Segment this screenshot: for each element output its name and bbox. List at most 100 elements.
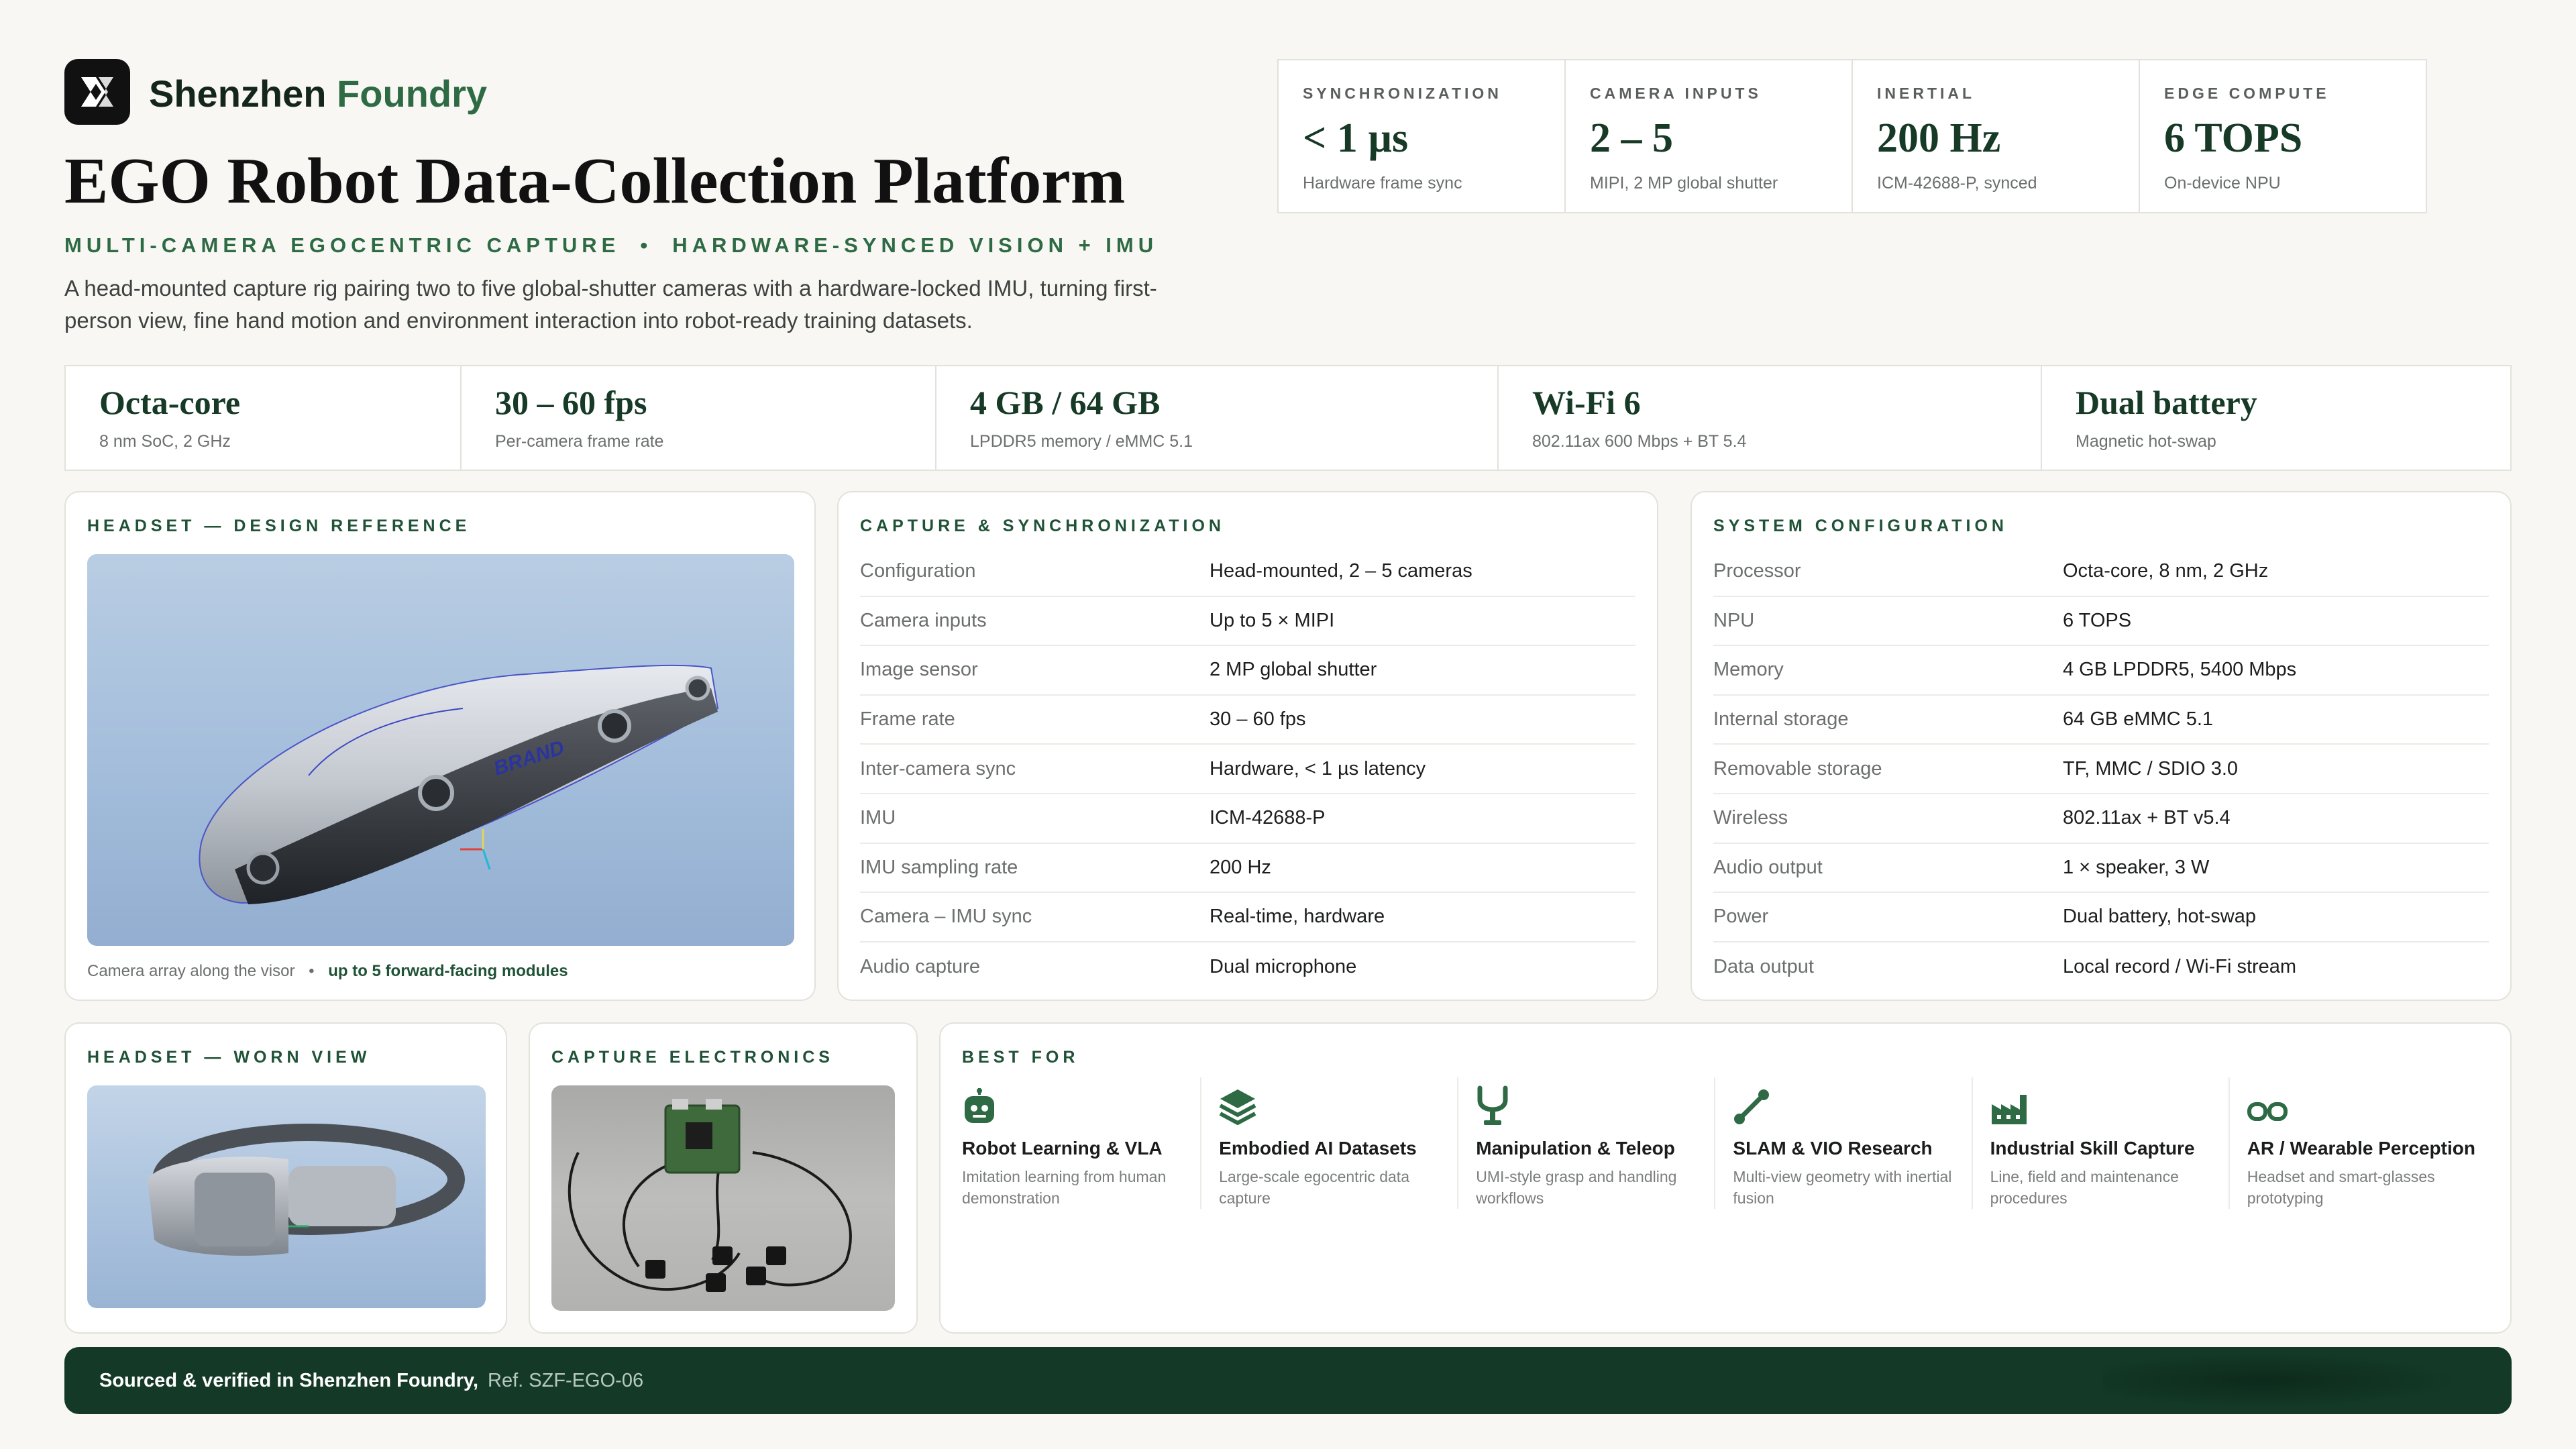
- spec-value: Wi-Fi 6: [1532, 384, 1641, 421]
- table-row: Audio capture Dual microphone: [860, 943, 1635, 992]
- spec-value: Up to 5 × MIPI: [1210, 609, 1335, 631]
- best-for-title: Industrial Skill Capture: [1990, 1138, 2195, 1159]
- best-for-desc: Headset and smart-glasses prototyping: [2247, 1168, 2435, 1207]
- spec-sub: LPDDR5 memory / eMMC 5.1: [970, 432, 1193, 451]
- footer-watermark: [2102, 1347, 2505, 1414]
- spec-key: Wireless: [1713, 807, 1788, 829]
- best-for-item: Industrial Skill Capture Line, field and…: [1973, 1077, 2230, 1209]
- table-row: Power Dual battery, hot-swap: [1713, 893, 2489, 943]
- spec-key: Audio output: [1713, 856, 1823, 878]
- tagline-separator: •: [640, 233, 653, 257]
- worn-view-graphic: [148, 1124, 465, 1256]
- spec-value: 4 GB / 64 GB: [970, 384, 1161, 421]
- spec-wireless: Wi-Fi 6 802.11ax 600 Mbps + BT 5.4: [1499, 366, 2042, 470]
- spec-value: Real-time, hardware: [1210, 906, 1385, 928]
- spec-key: Configuration: [860, 560, 976, 582]
- best-for-item: Embodied AI Datasets Large-scale egocent…: [1201, 1077, 1459, 1209]
- table-row: Removable storage TF, MMC / SDIO 3.0: [1713, 745, 2489, 794]
- best-for-item: SLAM & VIO Research Multi-view geometry …: [1715, 1077, 1973, 1209]
- table-row: Processor Octa-core, 8 nm, 2 GHz: [1713, 547, 2489, 597]
- spec-key: Camera inputs: [860, 609, 987, 631]
- stat-sub: MIPI, 2 MP global shutter: [1590, 174, 1778, 193]
- footer-reference: Ref. SZF-EGO-06: [488, 1369, 644, 1391]
- headset-render-graphic: BRAND: [199, 664, 719, 904]
- capture-sync-card: CAPTURE & SYNCHRONIZATION Configuration H…: [837, 491, 1658, 1001]
- stat-label: INERTIAL: [1877, 85, 1976, 102]
- tagline-right: HARDWARE-SYNCED VISION + IMU: [672, 233, 1159, 257]
- electronics-photo: [551, 1085, 895, 1311]
- gripper-icon: [1477, 1085, 1508, 1125]
- design-caption-highlight: up to 5 forward-facing modules: [328, 962, 568, 980]
- table-row: Memory 4 GB LPDDR5, 5400 Mbps: [1713, 646, 2489, 696]
- spec-key: Power: [1713, 906, 1769, 928]
- table-row: Internal storage 64 GB eMMC 5.1: [1713, 696, 2489, 745]
- spec-value: 30 – 60 fps: [495, 384, 647, 421]
- stat-camera-inputs: CAMERA INPUTS 2 – 5 MIPI, 2 MP global sh…: [1566, 60, 1853, 212]
- best-for-title: Manipulation & Teleop: [1476, 1138, 1675, 1159]
- stat-value: 6 TOPS: [2164, 115, 2303, 161]
- card-label: HEADSET — DESIGN REFERENCE: [87, 517, 471, 535]
- robot-icon: [965, 1088, 994, 1123]
- spec-strip: Octa-core 8 nm SoC, 2 GHz 30 – 60 fps Pe…: [64, 365, 2512, 471]
- spec-value: 802.11ax + BT v5.4: [2063, 807, 2231, 829]
- spec-value: 1 × speaker, 3 W: [2063, 856, 2210, 878]
- best-for-desc: Line, field and maintenance procedures: [1990, 1168, 2179, 1207]
- table-row: Camera inputs Up to 5 × MIPI: [860, 597, 1635, 647]
- stat-sub: ICM-42688-P, synced: [1877, 174, 2037, 193]
- spec-value: Dual battery: [2076, 384, 2257, 421]
- brand-name-part2: Foundry: [337, 72, 488, 115]
- worn-view-image: [87, 1085, 486, 1308]
- factory-icon: [1991, 1095, 2027, 1124]
- design-caption-text: Camera array along the visor: [87, 962, 295, 980]
- stat-value: 200 Hz: [1877, 115, 2001, 161]
- spec-key: Inter-camera sync: [860, 757, 1016, 780]
- glasses-icon: [2247, 1102, 2288, 1121]
- spec-sub: 802.11ax 600 Mbps + BT 5.4: [1532, 432, 1747, 451]
- tagline-left: MULTI-CAMERA EGOCENTRIC CAPTURE: [64, 233, 621, 257]
- spec-value: TF, MMC / SDIO 3.0: [2063, 757, 2239, 780]
- table-row: Wireless 802.11ax + BT v5.4: [1713, 794, 2489, 844]
- spec-key: Data output: [1713, 956, 1814, 978]
- top-stats-panel: SYNCHRONIZATION < 1 µs Hardware frame sy…: [1277, 59, 2427, 213]
- headset-render-image: BRAND: [87, 554, 794, 946]
- spec-value: 6 TOPS: [2063, 609, 2132, 631]
- best-for-card: BEST FOR Robot Learning & VLA Imitation …: [939, 1022, 2512, 1334]
- best-for-title: Robot Learning & VLA: [962, 1138, 1163, 1159]
- stat-edge-compute: EDGE COMPUTE 6 TOPS On-device NPU: [2140, 60, 2426, 212]
- page-title: EGO Robot Data-Collection Platform: [64, 145, 1126, 217]
- card-label: BEST FOR: [962, 1048, 1079, 1067]
- best-for-desc: UMI-style grasp and handling workflows: [1476, 1168, 1677, 1207]
- table-row: Audio output 1 × speaker, 3 W: [1713, 844, 2489, 894]
- card-label: SYSTEM CONFIGURATION: [1713, 517, 2008, 535]
- spec-value: Octa-core, 8 nm, 2 GHz: [2063, 560, 2269, 582]
- stat-sub: Hardware frame sync: [1303, 174, 1462, 193]
- best-for-grid: Robot Learning & VLA Imitation learning …: [962, 1077, 2489, 1209]
- design-reference-card: HEADSET — DESIGN REFERENCE BRAND Camera …: [64, 491, 816, 1001]
- best-for-title: AR / Wearable Perception: [2247, 1138, 2475, 1159]
- spec-value: Head-mounted, 2 – 5 cameras: [1210, 560, 1472, 582]
- table-row: NPU 6 TOPS: [1713, 597, 2489, 647]
- table-row: IMU sampling rate 200 Hz: [860, 844, 1635, 894]
- route-icon: [1734, 1089, 1770, 1124]
- spec-value: Hardware, < 1 µs latency: [1210, 757, 1426, 780]
- brand-logo: [64, 59, 130, 125]
- spec-value: 2 MP global shutter: [1210, 659, 1377, 681]
- table-row: Frame rate 30 – 60 fps: [860, 696, 1635, 745]
- best-for-desc: Large-scale egocentric data capture: [1219, 1168, 1409, 1207]
- best-for-desc: Multi-view geometry with inertial fusion: [1733, 1168, 1952, 1207]
- spec-key: Internal storage: [1713, 708, 1849, 731]
- stat-label: SYNCHRONIZATION: [1303, 85, 1502, 102]
- card-label: HEADSET — WORN VIEW: [87, 1048, 371, 1067]
- stat-synchronization: SYNCHRONIZATION < 1 µs Hardware frame sy…: [1279, 60, 1566, 212]
- spec-value: Dual microphone: [1210, 956, 1357, 978]
- best-for-desc: Imitation learning from human demonstrat…: [962, 1168, 1167, 1207]
- brand-logo-icon: [81, 77, 113, 107]
- spec-key: Processor: [1713, 560, 1801, 582]
- spec-battery: Dual battery Magnetic hot-swap: [2042, 366, 2510, 470]
- spec-memory: 4 GB / 64 GB LPDDR5 memory / eMMC 5.1: [936, 366, 1499, 470]
- stat-value: 2 – 5: [1590, 115, 1673, 161]
- intro-paragraph: A head-mounted capture rig pairing two t…: [64, 276, 1157, 333]
- table-row: Inter-camera sync Hardware, < 1 µs latenc…: [860, 745, 1635, 794]
- tagline: MULTI-CAMERA EGOCENTRIC CAPTURE • HARDWARE…: [64, 233, 1158, 258]
- spec-cpu: Octa-core 8 nm SoC, 2 GHz: [66, 366, 462, 470]
